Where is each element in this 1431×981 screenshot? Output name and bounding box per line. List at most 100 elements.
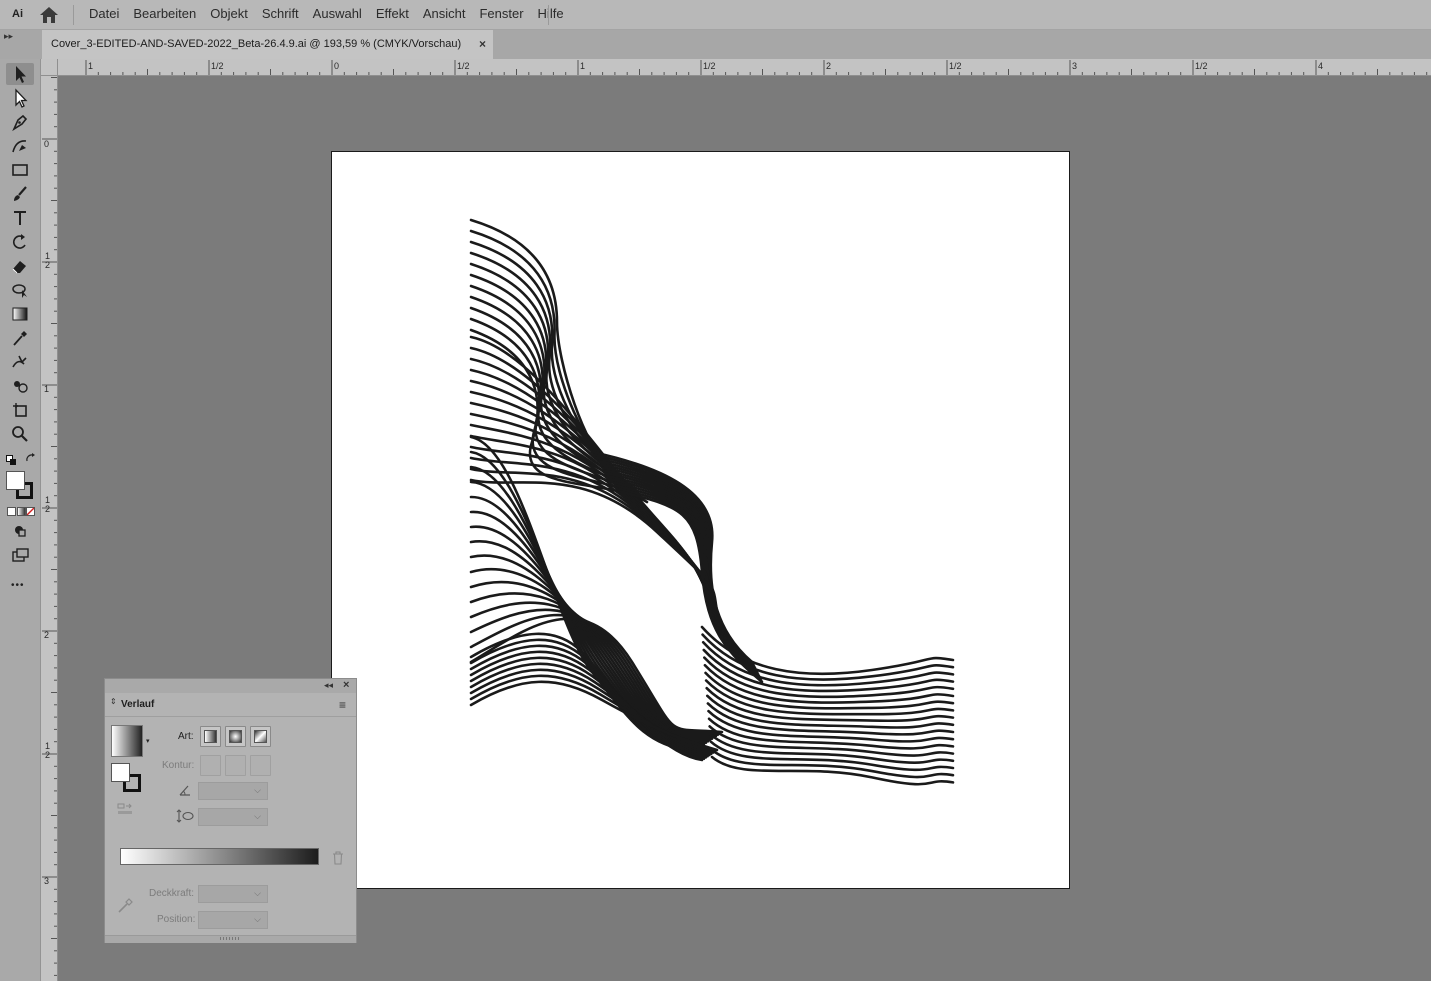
panel-menu-icon[interactable]: ≡: [339, 698, 346, 712]
fill-mode-color-icon[interactable]: [7, 507, 16, 516]
aspect-ratio-icon: [176, 809, 194, 823]
artwork-line: [469, 656, 711, 757]
eyedropper-tool-icon[interactable]: [6, 327, 34, 349]
paintbrush-tool-icon[interactable]: [6, 183, 34, 205]
angle-select[interactable]: ⌵: [198, 782, 268, 800]
screen-mode-icon[interactable]: [6, 544, 34, 566]
gradient-slider[interactable]: [120, 848, 319, 865]
rotate-tool-icon[interactable]: [6, 231, 34, 253]
menu-fenster[interactable]: Fenster: [472, 0, 530, 29]
opacity-select[interactable]: ⌵: [198, 885, 268, 903]
stroke-within-button[interactable]: [200, 755, 221, 776]
horizontal-ruler[interactable]: 1 1/2 0 1/2 1 1/2 2 1/2 3 1/2 4: [58, 59, 1431, 76]
rectangle-tool-icon[interactable]: [6, 159, 34, 181]
gradient-tool-icon[interactable]: [6, 303, 34, 325]
panel-sort-icon[interactable]: ⇕: [110, 698, 117, 706]
ruler-label: 1: [580, 61, 586, 71]
type-tool-icon[interactable]: [6, 207, 34, 229]
ruler-label: 4: [1318, 61, 1324, 71]
collapse-panel-icon[interactable]: ◂◂: [324, 680, 333, 691]
gradient-preview-swatch[interactable]: [111, 725, 143, 757]
menu-items: Datei Bearbeiten Objekt Schrift Auswahl …: [82, 0, 571, 29]
document-tab-bar: ▸▸ Cover_3-EDITED-AND-SAVED-2022_Beta-26…: [0, 30, 1431, 59]
direct-selection-tool-icon[interactable]: [6, 87, 34, 109]
reverse-gradient-icon[interactable]: [117, 801, 133, 817]
ruler-label: 1/2: [1195, 61, 1208, 71]
panel-fill-swatch[interactable]: [111, 763, 130, 782]
symbol-sprayer-tool-icon[interactable]: [6, 375, 34, 397]
close-panel-icon[interactable]: ×: [343, 679, 349, 691]
puppet-warp-tool-icon[interactable]: [6, 351, 34, 373]
ruler-label: 1/2: [211, 61, 224, 71]
eraser-tool-icon[interactable]: [6, 255, 34, 277]
vertical-ruler[interactable]: 0 1 2 1 1 2 2 1 2 3: [41, 76, 58, 981]
ruler-label: 1 2: [44, 251, 50, 270]
trash-icon[interactable]: [332, 851, 344, 865]
freeform-gradient-button[interactable]: [250, 726, 271, 747]
drawing-mode-icon[interactable]: [6, 520, 34, 542]
menu-separator: [548, 5, 549, 25]
home-icon[interactable]: [38, 5, 60, 25]
ruler-label: 2: [44, 630, 50, 640]
menu-effekt[interactable]: Effekt: [369, 0, 416, 29]
swap-colors-icon[interactable]: [25, 452, 36, 464]
ruler-label: 3: [44, 876, 50, 886]
panel-titlebar[interactable]: ◂◂ ×: [105, 679, 356, 693]
gradient-dropdown-icon[interactable]: ▾: [146, 737, 150, 745]
kontur-label: Kontur:: [162, 760, 195, 771]
fill-mode-gradient-icon[interactable]: [17, 507, 26, 516]
radial-gradient-button[interactable]: [225, 726, 246, 747]
panel-resize-grip[interactable]: [105, 935, 356, 943]
art-label: Art:: [178, 731, 194, 742]
ruler-label: 1/2: [457, 61, 470, 71]
aspect-ratio-select[interactable]: ⌵: [198, 808, 268, 826]
stroke-along-button[interactable]: [225, 755, 246, 776]
menu-schrift[interactable]: Schrift: [255, 0, 306, 29]
artboard-tool-icon[interactable]: [6, 399, 34, 421]
menu-hilfe[interactable]: Hilfe: [531, 0, 571, 29]
ruler-label: 1: [44, 384, 50, 394]
ruler-label: 3: [1072, 61, 1078, 71]
fill-color-swatch[interactable]: [6, 471, 25, 490]
artwork-line: [469, 465, 698, 751]
ruler-label: 2: [826, 61, 832, 71]
menu-auswahl[interactable]: Auswahl: [306, 0, 369, 29]
menu-bar: Ai Datei Bearbeiten Objekt Schrift Auswa…: [0, 0, 1431, 30]
menu-datei[interactable]: Datei: [82, 0, 126, 29]
menu-ansicht[interactable]: Ansicht: [416, 0, 473, 29]
gradient-panel: ◂◂ × ⇕ Verlauf ≡ ▾ Art: Kontur: ⌵ ⌵ Deck…: [104, 678, 357, 943]
panel-title: Verlauf: [121, 699, 155, 710]
panel-tab[interactable]: ⇕ Verlauf ≡: [105, 693, 356, 717]
menu-bearbeiten[interactable]: Bearbeiten: [126, 0, 203, 29]
ruler-label: 0: [44, 139, 50, 149]
position-select[interactable]: ⌵: [198, 911, 268, 929]
menu-objekt[interactable]: Objekt: [203, 0, 255, 29]
artboard[interactable]: [331, 151, 1070, 889]
toolbar-collapse-icon[interactable]: ▸▸: [4, 31, 13, 42]
stroke-across-button[interactable]: [250, 755, 271, 776]
linear-gradient-button[interactable]: [200, 726, 221, 747]
fill-mode-none-icon[interactable]: [26, 507, 35, 516]
close-icon[interactable]: ×: [479, 37, 486, 51]
more-tools-icon[interactable]: •••: [11, 580, 25, 591]
document-tab-title: Cover_3-EDITED-AND-SAVED-2022_Beta-26.4.…: [51, 38, 462, 50]
deckkraft-label: Deckkraft:: [149, 888, 195, 899]
selection-tool-icon[interactable]: [6, 63, 34, 85]
document-tab[interactable]: Cover_3-EDITED-AND-SAVED-2022_Beta-26.4.…: [42, 30, 493, 59]
eyedropper-icon[interactable]: [117, 896, 135, 914]
shape-builder-tool-icon[interactable]: [6, 279, 34, 301]
ruler-origin[interactable]: [41, 59, 58, 76]
tools-panel: •••: [0, 59, 41, 981]
ruler-label: 1/2: [949, 61, 962, 71]
default-colors-icon[interactable]: [6, 453, 17, 465]
zoom-tool-icon[interactable]: [6, 423, 34, 445]
pen-tool-icon[interactable]: [6, 111, 34, 133]
ruler-label: 1 2: [44, 495, 50, 514]
ruler-label: 1 2: [44, 741, 50, 760]
menu-separator: [73, 5, 74, 25]
ruler-label: 1: [88, 61, 94, 71]
artwork-line: [469, 480, 700, 750]
curvature-tool-icon[interactable]: [6, 135, 34, 157]
angle-icon: [178, 783, 192, 797]
wavy-line-artwork[interactable]: [332, 152, 1069, 888]
